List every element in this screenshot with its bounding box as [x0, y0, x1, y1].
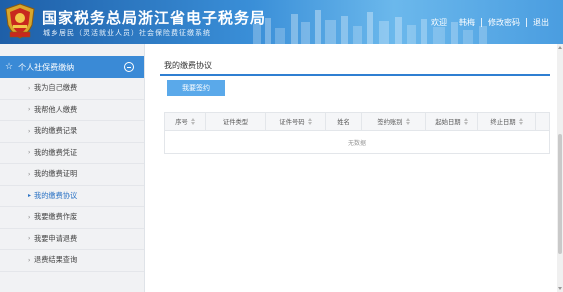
column-header-end-date[interactable]: 终止日期	[477, 113, 535, 130]
sidebar-item-label: 我的缴费记录	[34, 126, 78, 136]
bullet-icon: ▸	[28, 192, 32, 200]
top-banner: 国家税务总局浙江省电子税务局 城乡居民（灵活就业人员）社会保险费征缴系统 欢迎 …	[0, 0, 563, 44]
sort-icon[interactable]	[405, 118, 410, 125]
column-header-label: 起始日期	[435, 119, 461, 126]
page-title: 我的缴费协议	[164, 61, 212, 70]
collapse-icon[interactable]	[124, 62, 134, 72]
sidebar-item-void-payment[interactable]: › 我要缴费作废	[0, 207, 144, 229]
sidebar-item-label: 我为自己缴费	[34, 83, 78, 93]
sidebar-item-refund-query[interactable]: › 退费结果查询	[0, 250, 144, 272]
star-icon: ☆	[5, 62, 14, 72]
bullet-icon: ›	[28, 106, 31, 114]
sidebar-item-payment-agreement[interactable]: ▸ 我的缴费协议	[0, 186, 144, 207]
sidebar-item-label: 我的缴费凭证	[34, 147, 78, 157]
sign-agreement-button[interactable]: 我要签约	[167, 80, 225, 96]
sidebar-item-pay-self[interactable]: › 我为自己缴费	[0, 78, 144, 100]
nav-change-password[interactable]: 修改密码	[482, 17, 526, 28]
vertical-scrollbar[interactable]	[557, 44, 563, 292]
sidebar-item-payment-certificates[interactable]: › 我的缴费证明	[0, 164, 144, 186]
nav-welcome: 欢迎	[431, 18, 447, 27]
sidebar-section-title: 个人社保费缴纳	[18, 62, 75, 72]
bullet-icon: ›	[28, 127, 31, 135]
bullet-icon: ›	[28, 235, 31, 243]
column-header-label: 序号	[175, 119, 188, 126]
sidebar-item-pay-others[interactable]: › 我帮他人缴费	[0, 100, 144, 121]
top-nav: 欢迎 韩梅 修改密码 退出	[425, 17, 555, 28]
bullet-icon: ›	[28, 84, 31, 92]
scrollbar-thumb[interactable]	[558, 134, 562, 254]
sidebar-item-apply-refund[interactable]: › 我要申请退费	[0, 229, 144, 250]
table-header: 序号 证件类型 证件号码 姓名 签约账别 起始日期 终止日期	[164, 112, 550, 131]
tax-bureau-emblem-icon	[5, 3, 35, 39]
column-header-label: 终止日期	[490, 119, 516, 126]
page: 国家税务总局浙江省电子税务局 城乡居民（灵活就业人员）社会保险费征缴系统 欢迎 …	[0, 0, 563, 292]
sort-icon[interactable]	[190, 118, 195, 125]
site-title: 国家税务总局浙江省电子税务局	[42, 9, 267, 27]
column-header-id-number[interactable]: 证件号码	[265, 113, 325, 130]
sidebar-item-label: 我要缴费作废	[34, 212, 78, 222]
empty-state-text: 无数据	[347, 139, 366, 147]
site-subtitle: 城乡居民（灵活就业人员）社会保险费征缴系统	[43, 29, 211, 37]
column-header-label: 证件类型	[222, 119, 249, 126]
sidebar-item-label: 退费结果查询	[34, 255, 78, 265]
sidebar-section-header[interactable]: ☆ 个人社保费缴纳	[0, 56, 144, 78]
title-underline	[160, 74, 550, 76]
bullet-icon: ›	[28, 213, 31, 221]
bullet-icon: ›	[28, 170, 31, 178]
column-header-start-date[interactable]: 起始日期	[425, 113, 477, 130]
scroll-down-arrow-icon[interactable]	[558, 287, 562, 290]
column-header-id-type[interactable]: 证件类型	[205, 113, 265, 130]
sidebar: ☆ 个人社保费缴纳 › 我为自己缴费 › 我帮他人缴费 › 我的缴费记录 › 我的缴费凭…	[0, 44, 145, 292]
sidebar-item-label: 我的缴费协议	[34, 190, 78, 200]
sidebar-item-label: 我要申请退费	[34, 233, 78, 243]
column-header-spacer	[535, 113, 549, 130]
table-empty-row: 无数据	[164, 131, 550, 154]
sort-icon[interactable]	[307, 118, 312, 125]
sidebar-item-label: 我的缴费证明	[34, 169, 78, 179]
sort-icon[interactable]	[463, 118, 468, 125]
column-header-name[interactable]: 姓名	[325, 113, 361, 130]
nav-username[interactable]: 韩梅	[453, 17, 481, 28]
scroll-up-arrow-icon[interactable]	[558, 46, 562, 49]
column-header-label: 证件号码	[279, 119, 305, 126]
sidebar-item-payment-vouchers[interactable]: › 我的缴费凭证	[0, 143, 144, 164]
agreement-table: 序号 证件类型 证件号码 姓名 签约账别 起始日期 终止日期 无数据	[164, 112, 550, 154]
bullet-icon: ›	[28, 149, 31, 157]
sidebar-item-label: 我帮他人缴费	[34, 104, 78, 114]
column-header-label: 姓名	[337, 119, 350, 126]
column-header-sign-type[interactable]: 签约账别	[361, 113, 425, 130]
column-header-label: 签约账别	[377, 119, 403, 126]
sidebar-item-payment-records[interactable]: › 我的缴费记录	[0, 121, 144, 143]
column-header-index[interactable]: 序号	[165, 113, 205, 130]
sort-icon[interactable]	[518, 118, 523, 125]
main-content: 我的缴费协议 我要签约 序号 证件类型 证件号码 姓名 签约账别 起始日期 终止…	[152, 44, 563, 292]
bullet-icon: ›	[28, 256, 31, 264]
nav-logout[interactable]: 退出	[527, 17, 555, 28]
